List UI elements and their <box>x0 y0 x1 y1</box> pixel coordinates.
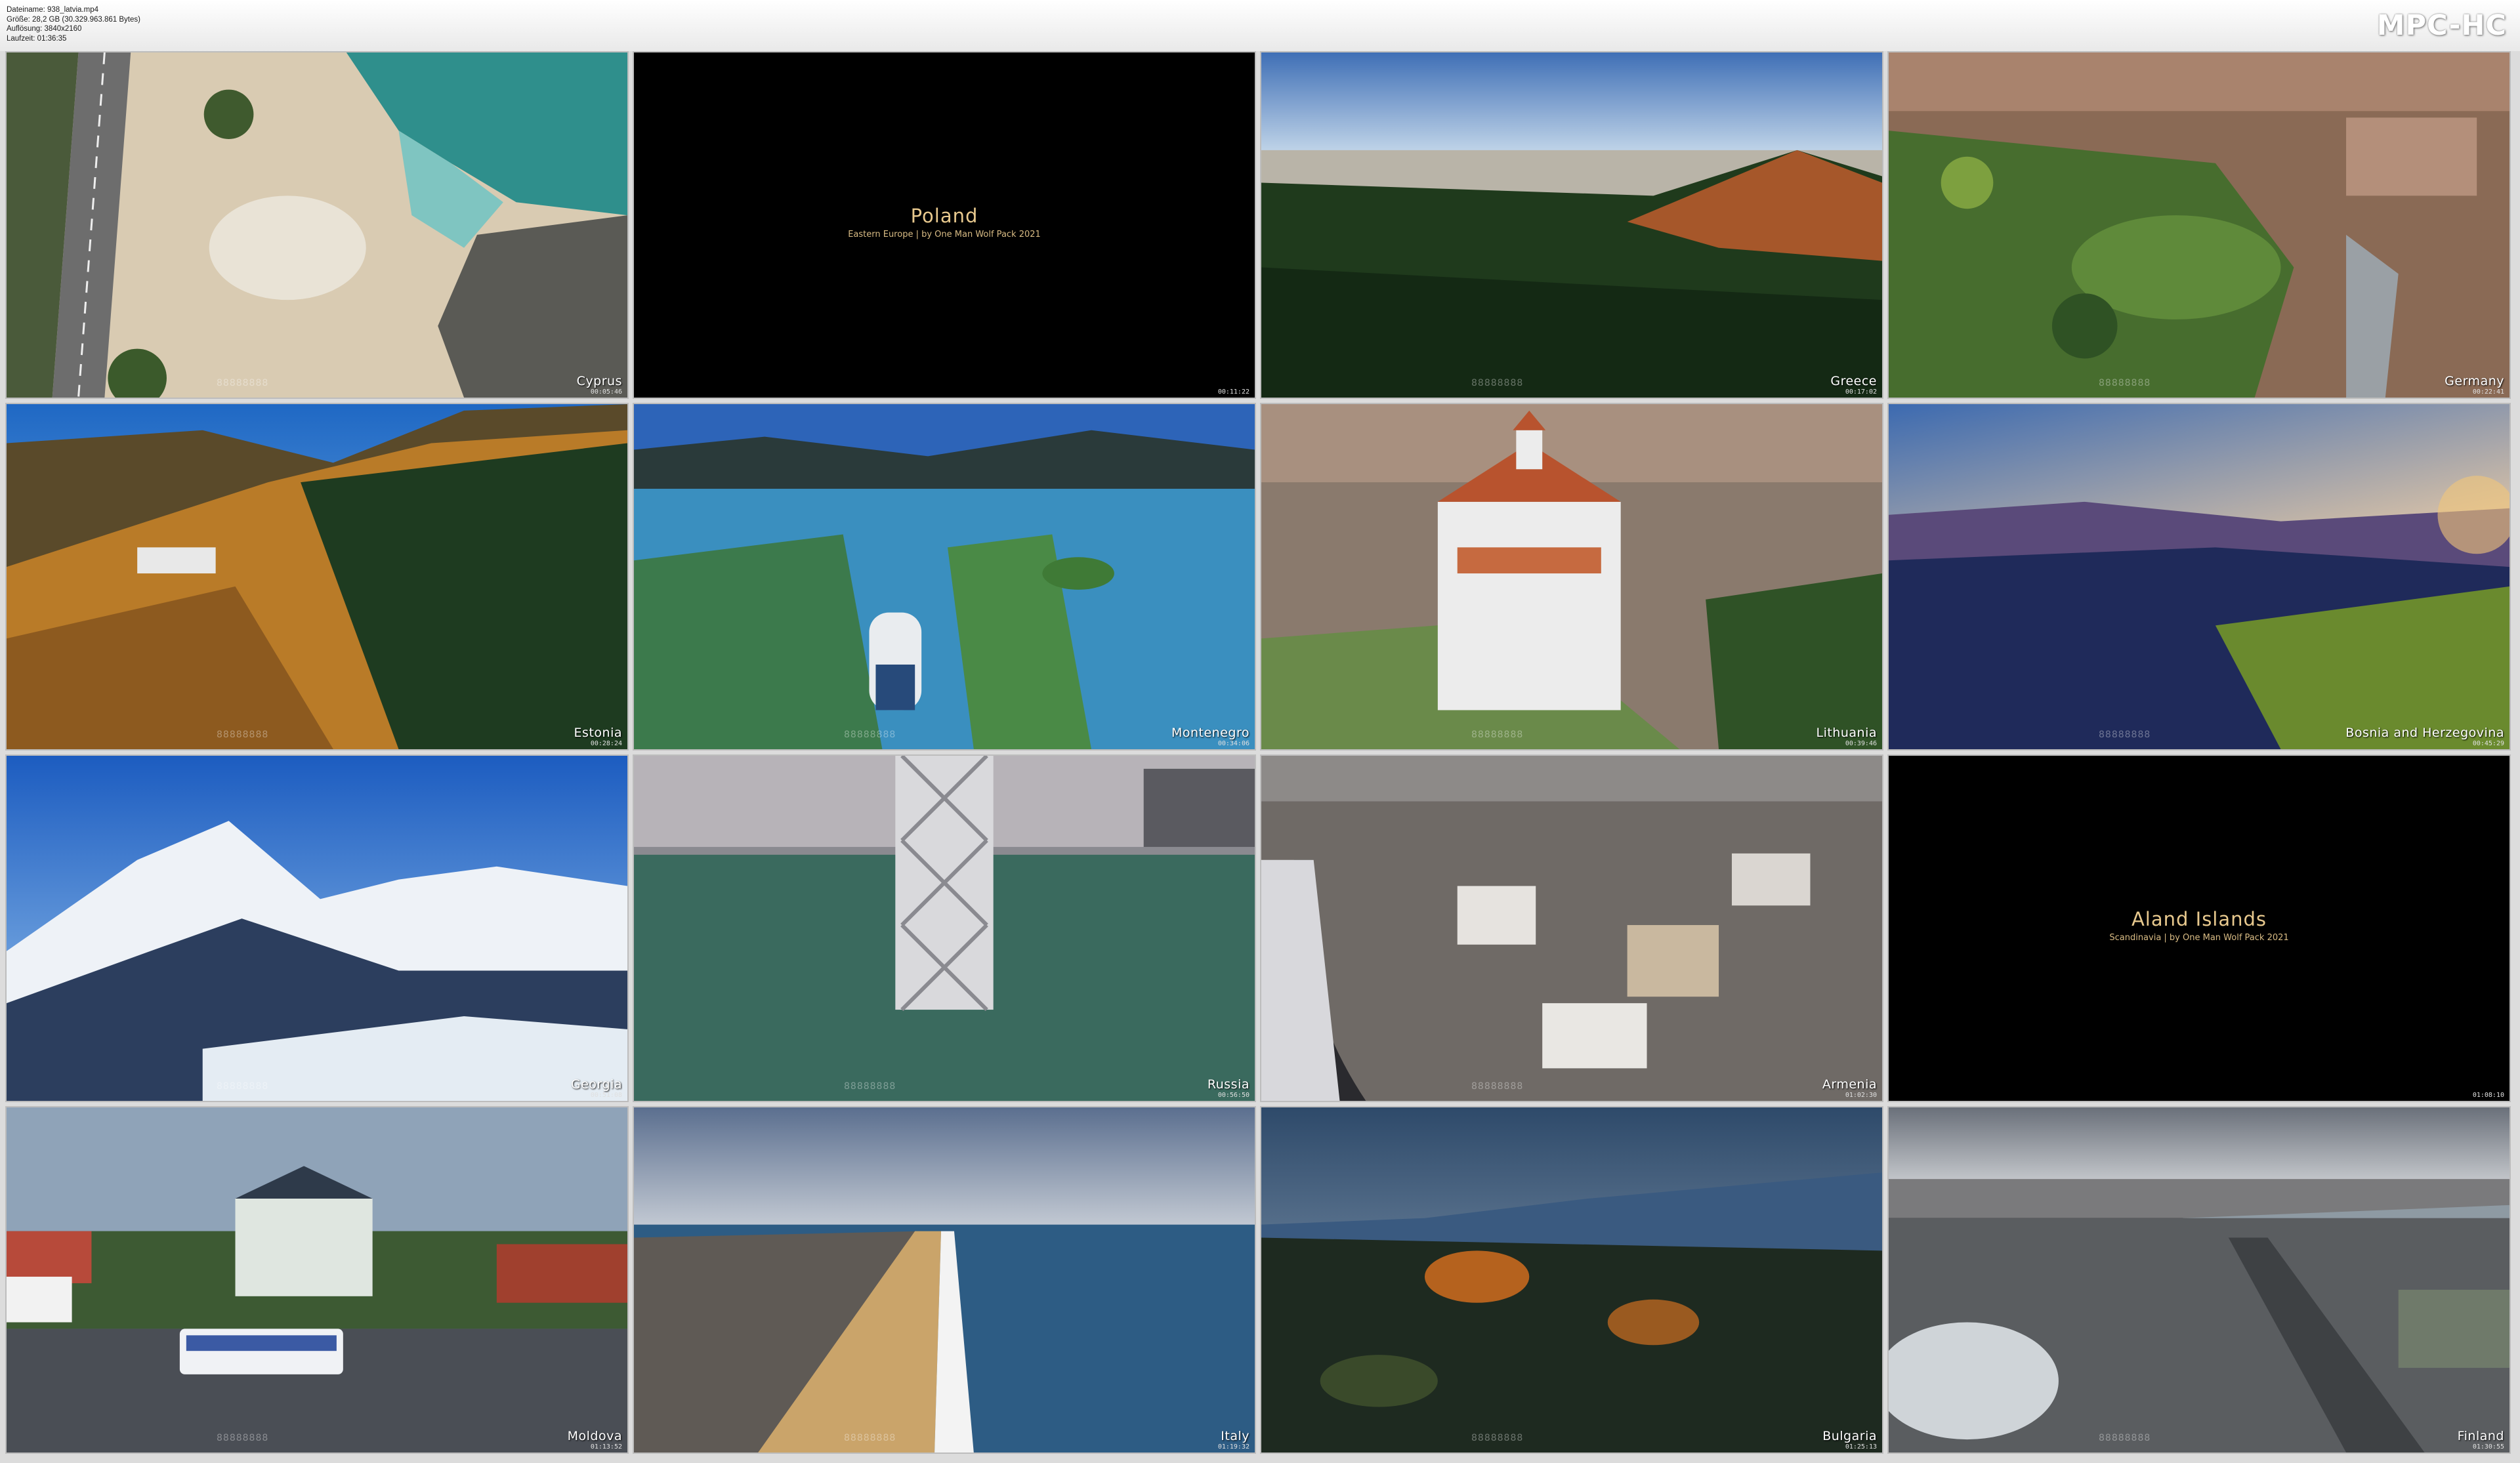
timestamp: 00:11:22 <box>1217 388 1250 396</box>
autumn-forest-image <box>1261 1107 1882 1453</box>
watermark: 88888888 <box>217 1081 269 1092</box>
location-label: Estonia <box>574 726 622 740</box>
location-label: Finland <box>2457 1429 2504 1443</box>
location-label: Cyprus <box>576 374 622 388</box>
timestamp: 00:39:46 <box>1845 740 1877 747</box>
watermark: 88888888 <box>844 1433 896 1443</box>
file-metadata: Dateiname: 938_latvia.mp4 Größe: 28,2 GB… <box>7 5 140 43</box>
filesize-text: Größe: 28,2 GB (30.329.963.861 Bytes) <box>7 15 140 24</box>
location-label: Moldova <box>567 1429 622 1443</box>
watermark: 88888888 <box>1471 1081 1524 1092</box>
info-header: Dateiname: 938_latvia.mp4 Größe: 28,2 GB… <box>0 0 2520 51</box>
aerial-city-hills-image <box>1261 52 1882 398</box>
autumn-hillside-image <box>7 404 627 749</box>
timestamp: 00:22:41 <box>2472 388 2504 396</box>
timestamp: 01:02:30 <box>1845 1092 1877 1099</box>
timestamp: 00:45:29 <box>2472 740 2504 747</box>
title-card-subtitle: Scandinavia | by One Man Wolf Pack 2021 <box>2109 933 2289 943</box>
lake-boat-image <box>634 404 1255 749</box>
title-card-subtitle: Eastern Europe | by One Man Wolf Pack 20… <box>848 230 1041 239</box>
timestamp: 00:51:08 <box>590 1092 622 1099</box>
timestamp: 00:17:02 <box>1845 388 1877 396</box>
thumbnail-grid: 88888888 Cyprus 00:05:46 Poland Eastern … <box>5 51 2511 1454</box>
watermark: 88888888 <box>2099 1433 2151 1443</box>
location-label: Germany <box>2445 374 2504 388</box>
timestamp: 01:08:10 <box>2472 1092 2504 1099</box>
street-bus-image <box>7 1107 627 1453</box>
watermark: 88888888 <box>1471 378 1524 388</box>
watermark: 88888888 <box>2099 730 2151 740</box>
location-label: Montenegro <box>1171 726 1250 740</box>
location-label: Armenia <box>1822 1077 1877 1092</box>
aerial-coast-image <box>7 52 627 398</box>
title-card-heading: Aland Islands <box>2131 908 2267 930</box>
bridge-river-image <box>634 756 1255 1101</box>
timestamp: 00:05:46 <box>590 388 622 396</box>
thumbnail-greece: 88888888 Greece 00:17:02 <box>1260 51 1883 399</box>
watermark: 88888888 <box>217 1433 269 1443</box>
thumbnail-poland-title: Poland Eastern Europe | by One Man Wolf … <box>633 51 1256 399</box>
thumbnail-lithuania: 88888888 Lithuania 00:39:46 <box>1260 403 1883 751</box>
watermark: 88888888 <box>844 730 896 740</box>
timestamp: 01:13:52 <box>590 1443 622 1451</box>
thumbnail-aland-title: Aland Islands Scandinavia | by One Man W… <box>1887 754 2511 1102</box>
thumbnail-bosnia: 88888888 Bosnia and Herzegovina 00:45:29 <box>1887 403 2511 751</box>
duration-text: Laufzeit: 01:36:35 <box>7 34 67 43</box>
watermark: 88888888 <box>2099 378 2151 388</box>
watermark: 88888888 <box>1471 730 1524 740</box>
location-label: Bulgaria <box>1822 1429 1877 1443</box>
thumbnail-russia: 88888888 Russia 00:56:50 <box>633 754 1256 1102</box>
watermark: 88888888 <box>217 730 269 740</box>
timestamp: 01:19:32 <box>1217 1443 1250 1451</box>
mountain-sunset-image <box>1889 404 2510 749</box>
location-label: Lithuania <box>1816 726 1877 740</box>
thumbnail-germany: 88888888 Germany 00:22:41 <box>1887 51 2511 399</box>
timestamp: 01:30:55 <box>2472 1443 2504 1451</box>
timestamp: 00:34:06 <box>1217 740 1250 747</box>
thumbnail-moldova: 88888888 Moldova 01:13:52 <box>5 1106 629 1454</box>
watermark: 88888888 <box>844 1081 896 1092</box>
location-label: Russia <box>1207 1077 1250 1092</box>
mpc-hc-logo: MPC-HC <box>2376 9 2507 42</box>
church-aerial-image <box>1261 404 1882 749</box>
thumbnail-finland: 88888888 Finland 01:30:55 <box>1887 1106 2511 1454</box>
watermark: 88888888 <box>1471 1433 1524 1443</box>
location-label: Greece <box>1830 374 1877 388</box>
thumbnail-estonia: 88888888 Estonia 00:28:24 <box>5 403 629 751</box>
snowy-mountains-image <box>7 756 627 1101</box>
snowy-town-image <box>1261 756 1882 1101</box>
aerial-town-image <box>1889 52 2510 398</box>
timestamp: 01:25:13 <box>1845 1443 1877 1451</box>
location-label: Italy <box>1221 1429 1250 1443</box>
thumbnail-georgia: 88888888 Georgia 00:51:08 <box>5 754 629 1102</box>
location-label: Georgia <box>571 1077 622 1092</box>
watermark: 88888888 <box>217 378 269 388</box>
harbor-city-image <box>1889 1107 2510 1453</box>
resolution-text: Auflösung: 3840x2160 <box>7 25 82 33</box>
beach-coast-image <box>634 1107 1255 1453</box>
title-card: Poland Eastern Europe | by One Man Wolf … <box>634 205 1255 239</box>
timestamp: 00:28:24 <box>590 740 622 747</box>
thumbnail-italy: 88888888 Italy 01:19:32 <box>633 1106 1256 1454</box>
title-card: Aland Islands Scandinavia | by One Man W… <box>1889 908 2510 943</box>
thumbnail-montenegro: 88888888 Montenegro 00:34:06 <box>633 403 1256 751</box>
timestamp: 00:56:50 <box>1217 1092 1250 1099</box>
thumbnail-bulgaria: 88888888 Bulgaria 01:25:13 <box>1260 1106 1883 1454</box>
thumbnail-cyprus: 88888888 Cyprus 00:05:46 <box>5 51 629 399</box>
thumbnail-armenia: 88888888 Armenia 01:02:30 <box>1260 754 1883 1102</box>
filename-text: Dateiname: 938_latvia.mp4 <box>7 6 98 14</box>
title-card-heading: Poland <box>910 205 978 227</box>
location-label: Bosnia and Herzegovina <box>2345 726 2504 740</box>
